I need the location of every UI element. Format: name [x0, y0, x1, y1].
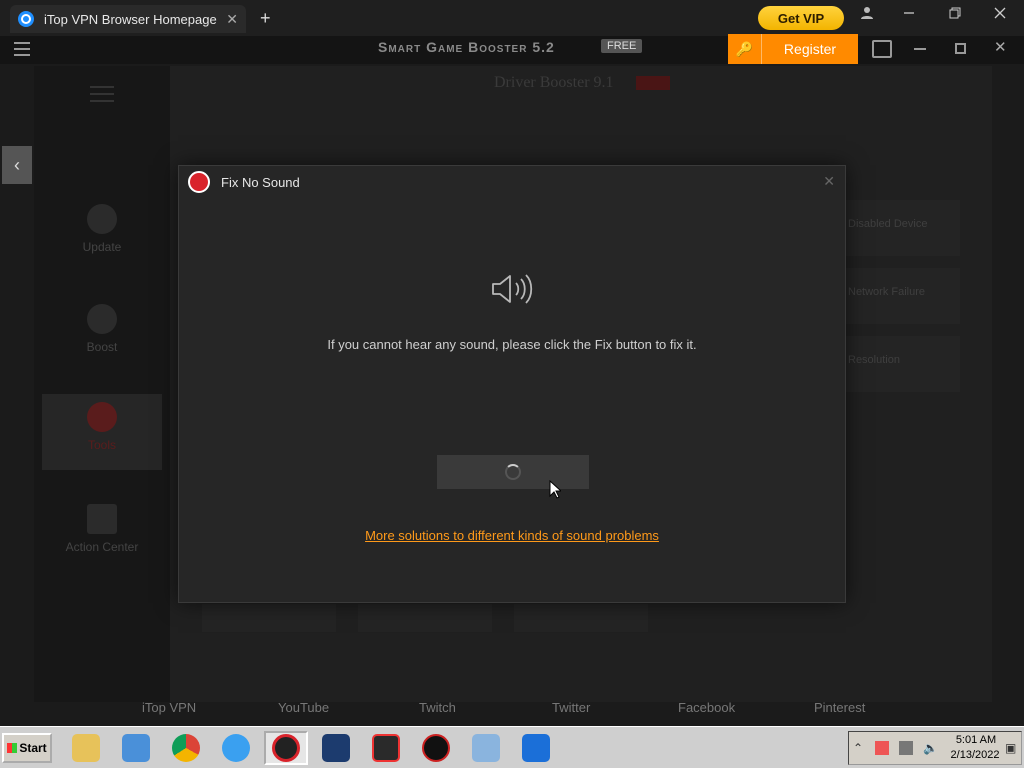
- background-card: Network Failure: [840, 268, 960, 324]
- clock-date: 2/13/2022: [950, 749, 1000, 761]
- chevron-left-icon[interactable]: ‹: [2, 146, 32, 184]
- show-desktop-icon[interactable]: ▣: [1005, 741, 1019, 755]
- media-player-icon[interactable]: [114, 731, 158, 765]
- user-icon[interactable]: [855, 6, 879, 24]
- new-tab-button[interactable]: +: [260, 8, 271, 29]
- taskbar: Start ⌃ 🔈 5:01 AM 2/13/2022 ▣: [0, 726, 1024, 768]
- driver-booster-logo-icon: [188, 171, 210, 193]
- app-title-bar: Smart Game Booster 5.2 FREE ✕: [0, 36, 1024, 64]
- browser-app-icon[interactable]: [214, 731, 258, 765]
- clock-time: 5:01 AM: [955, 734, 997, 746]
- restore-icon[interactable]: [943, 6, 967, 23]
- app-maximize-icon[interactable]: [955, 43, 966, 54]
- driver-booster-icon[interactable]: [264, 731, 308, 765]
- bookmark-link[interactable]: Twitch: [419, 700, 456, 715]
- bookmark-link[interactable]: Facebook: [678, 700, 735, 715]
- fix-no-sound-dialog: Fix No Sound ✕ If you cannot hear any so…: [178, 165, 846, 603]
- sidebar-label: Update: [82, 240, 122, 254]
- bookmark-link[interactable]: Pinterest: [814, 700, 865, 715]
- menu-icon[interactable]: [14, 42, 30, 56]
- network-icon[interactable]: [899, 741, 913, 755]
- background-card: Resolution: [840, 336, 960, 392]
- background-app-title: Driver Booster 9.1: [494, 74, 614, 91]
- itop-vpn-icon: [18, 11, 34, 27]
- bookmark-link[interactable]: Twitter: [552, 700, 590, 715]
- dialog-close-icon[interactable]: ✕: [823, 173, 835, 190]
- sidebar-item-tools: Tools: [42, 394, 162, 470]
- app-title: Smart Game Booster 5.2: [378, 39, 555, 55]
- windows-logo-icon: [7, 743, 18, 753]
- chevron-up-icon[interactable]: ⌃: [853, 741, 867, 755]
- close-icon[interactable]: [988, 6, 1012, 23]
- free-badge: FREE: [601, 39, 643, 53]
- dialog-message: If you cannot hear any sound, please cli…: [327, 337, 697, 352]
- background-menu-icon: [90, 86, 114, 102]
- sidebar-item-action-center: Action Center: [42, 496, 162, 572]
- browser-tab[interactable]: iTop VPN Browser Homepage ✕: [10, 5, 246, 33]
- tab-title: iTop VPN Browser Homepage: [44, 11, 217, 27]
- background-tile: [202, 604, 336, 632]
- feedback-icon[interactable]: [872, 40, 892, 58]
- sidebar-item-update: Update: [42, 196, 162, 272]
- chrome-icon[interactable]: [164, 731, 208, 765]
- sidebar-label: Action Center: [65, 540, 139, 554]
- speaker-icon: [492, 274, 533, 304]
- tools-icon: [87, 402, 117, 432]
- more-solutions-link[interactable]: More solutions to different kinds of sou…: [179, 528, 845, 543]
- update-icon: [87, 204, 117, 234]
- tab-close-icon[interactable]: ✕: [226, 11, 238, 28]
- file-explorer-icon[interactable]: [64, 731, 108, 765]
- start-label: Start: [19, 741, 47, 755]
- pro-badge: [636, 76, 670, 90]
- rocket-icon: [87, 304, 117, 334]
- background-sidebar: Update Boost Tools Action Center: [34, 66, 170, 702]
- app-close-icon[interactable]: ✕: [994, 38, 1007, 56]
- sidebar-item-boost: Boost: [42, 296, 162, 372]
- get-vip-button[interactable]: Get VIP: [758, 6, 844, 30]
- bookmark-link[interactable]: iTop VPN: [142, 700, 196, 715]
- control-panel-icon[interactable]: [464, 731, 508, 765]
- game-booster-icon[interactable]: [414, 731, 458, 765]
- app-minimize-icon[interactable]: [914, 48, 926, 50]
- vpn-icon[interactable]: [514, 731, 558, 765]
- dialog-title: Fix No Sound: [221, 175, 300, 190]
- mouse-cursor-icon: [549, 480, 561, 499]
- sidebar-label: Boost: [86, 340, 118, 354]
- minimize-icon[interactable]: [897, 6, 921, 23]
- register-button[interactable]: 🔑 Register: [728, 34, 858, 64]
- screen-recorder-icon[interactable]: [364, 731, 408, 765]
- fix-button[interactable]: [437, 455, 589, 489]
- system-tray: ⌃ 🔈 5:01 AM 2/13/2022 ▣: [848, 731, 1022, 765]
- register-label: Register: [783, 41, 837, 57]
- start-button[interactable]: Start: [2, 733, 52, 763]
- bookmark-link[interactable]: YouTube: [278, 700, 329, 715]
- volume-icon[interactable]: 🔈: [923, 741, 938, 755]
- key-icon: 🔑: [728, 34, 762, 64]
- action-center-icon: [87, 504, 117, 534]
- browser-title-bar: iTop VPN Browser Homepage ✕ + Get VIP: [0, 0, 1024, 36]
- background-tile: [358, 604, 492, 632]
- loading-spinner-icon: [505, 464, 521, 480]
- security-shield-icon[interactable]: [314, 731, 358, 765]
- background-tile: [514, 604, 648, 632]
- background-card: Disabled Device: [840, 200, 960, 256]
- network-warning-icon[interactable]: [875, 741, 889, 755]
- sidebar-label: Tools: [87, 438, 116, 452]
